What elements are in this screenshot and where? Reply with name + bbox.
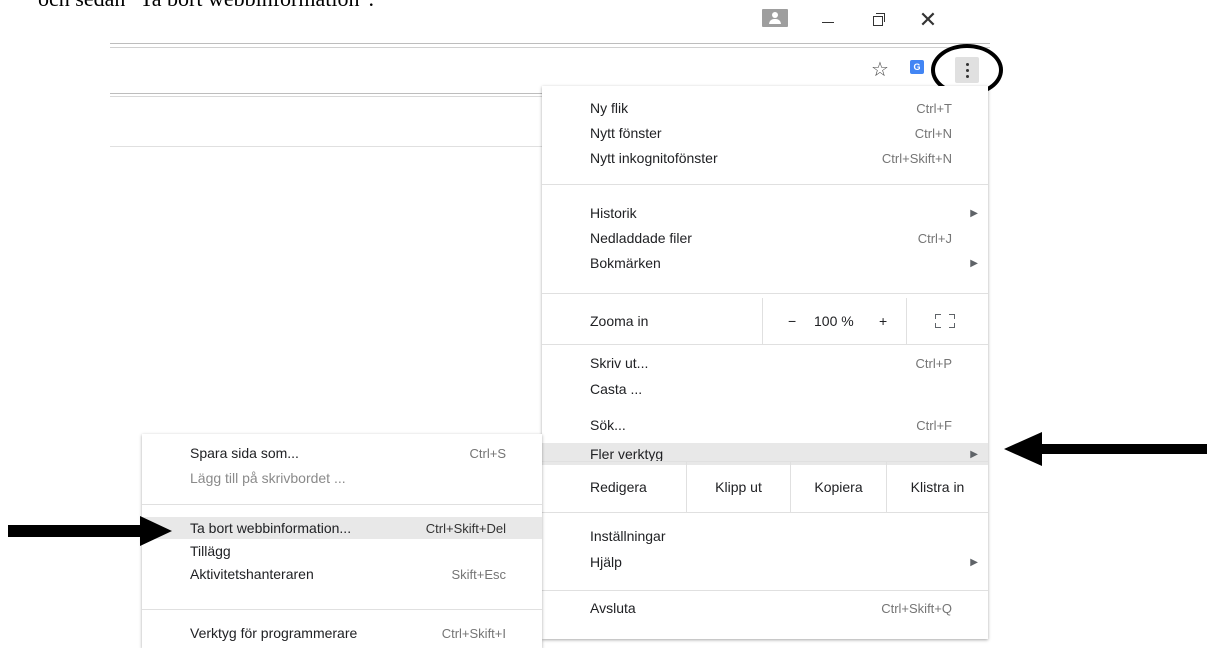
user-icon[interactable] <box>762 9 788 27</box>
menu-item-downloads[interactable]: Nedladdade filer Ctrl+J <box>542 227 988 249</box>
menu-item-history[interactable]: Historik ▶ <box>542 202 988 224</box>
submenu-item-add-to-desktop[interactable]: Lägg till på skrivbordet ... <box>142 467 542 489</box>
browser-main-menu: Ny flik Ctrl+T Nytt fönster Ctrl+N Nytt … <box>542 86 988 639</box>
menu-dots-icon <box>965 62 969 66</box>
zoom-divider <box>762 298 763 344</box>
fullscreen-icon[interactable] <box>935 314 955 328</box>
tabstrip-border <box>110 43 990 44</box>
submenu-arrow-icon: ▶ <box>970 257 978 269</box>
menu-separator <box>542 344 988 345</box>
menu-item-settings[interactable]: Inställningar <box>542 525 988 547</box>
zoom-row: Zooma in − 100 % + <box>542 298 988 344</box>
menu-item-print[interactable]: Skriv ut... Ctrl+P <box>542 352 988 374</box>
menu-item-new-incognito[interactable]: Nytt inkognitofönster Ctrl+Skift+N <box>542 147 988 169</box>
menu-separator <box>542 590 988 591</box>
submenu-arrow-icon: ▶ <box>970 556 978 568</box>
submenu-item-clear-browsing-data[interactable]: Ta bort webbinformation... Ctrl+Skift+De… <box>142 517 542 539</box>
extension-icon[interactable]: G <box>910 60 924 74</box>
content-divider <box>110 146 542 147</box>
tabstrip-border-inner <box>110 47 990 48</box>
bookmark-star-icon[interactable]: ☆ <box>869 58 891 81</box>
menu-item-cast[interactable]: Casta ... <box>542 378 988 400</box>
minimize-icon[interactable] <box>818 9 838 31</box>
edit-row: Redigera Klipp ut Kopiera Klistra in <box>542 462 988 512</box>
zoom-divider <box>906 298 907 344</box>
submenu-arrow-icon: ▶ <box>970 448 978 460</box>
more-tools-submenu: Spara sida som... Ctrl+S Lägg till på sk… <box>142 434 542 648</box>
menu-item-find[interactable]: Sök... Ctrl+F <box>542 414 988 436</box>
menu-separator <box>142 609 542 610</box>
document-caption: och sedan "Ta bort webbinformation". <box>38 0 374 12</box>
paste-button[interactable]: Klistra in <box>887 462 988 512</box>
menu-separator <box>542 184 988 185</box>
copy-button[interactable]: Kopiera <box>791 462 886 512</box>
annotation-arrow-left-icon <box>1004 432 1207 466</box>
toolbar-border-inner <box>110 96 542 97</box>
menu-item-new-window[interactable]: Nytt fönster Ctrl+N <box>542 122 988 144</box>
submenu-item-developer-tools[interactable]: Verktyg för programmerare Ctrl+Skift+I <box>142 622 542 644</box>
menu-separator <box>142 504 542 505</box>
submenu-item-save-page[interactable]: Spara sida som... Ctrl+S <box>142 442 542 464</box>
edit-label: Redigera <box>590 479 647 495</box>
annotation-arrow-right-icon <box>8 516 172 546</box>
submenu-arrow-icon: ▶ <box>970 207 978 219</box>
menu-separator <box>542 293 988 294</box>
submenu-item-extensions[interactable]: Tillägg <box>142 540 542 562</box>
zoom-in-button[interactable]: + <box>879 313 887 329</box>
browser-menu-button[interactable] <box>955 57 979 83</box>
toolbar-border <box>110 93 542 94</box>
submenu-item-task-manager[interactable]: Aktivitetshanteraren Skift+Esc <box>142 563 542 585</box>
zoom-label: Zooma in <box>590 313 649 329</box>
menu-separator <box>542 512 988 513</box>
menu-item-bookmarks[interactable]: Bokmärken ▶ <box>542 252 988 274</box>
cut-button[interactable]: Klipp ut <box>687 462 790 512</box>
zoom-value: 100 % <box>814 313 854 329</box>
close-icon[interactable]: ✕ <box>917 7 939 32</box>
menu-item-new-tab[interactable]: Ny flik Ctrl+T <box>542 97 988 119</box>
zoom-out-button[interactable]: − <box>788 313 796 329</box>
restore-icon[interactable] <box>868 9 888 31</box>
menu-item-help[interactable]: Hjälp ▶ <box>542 551 988 573</box>
menu-item-exit[interactable]: Avsluta Ctrl+Skift+Q <box>542 597 988 619</box>
